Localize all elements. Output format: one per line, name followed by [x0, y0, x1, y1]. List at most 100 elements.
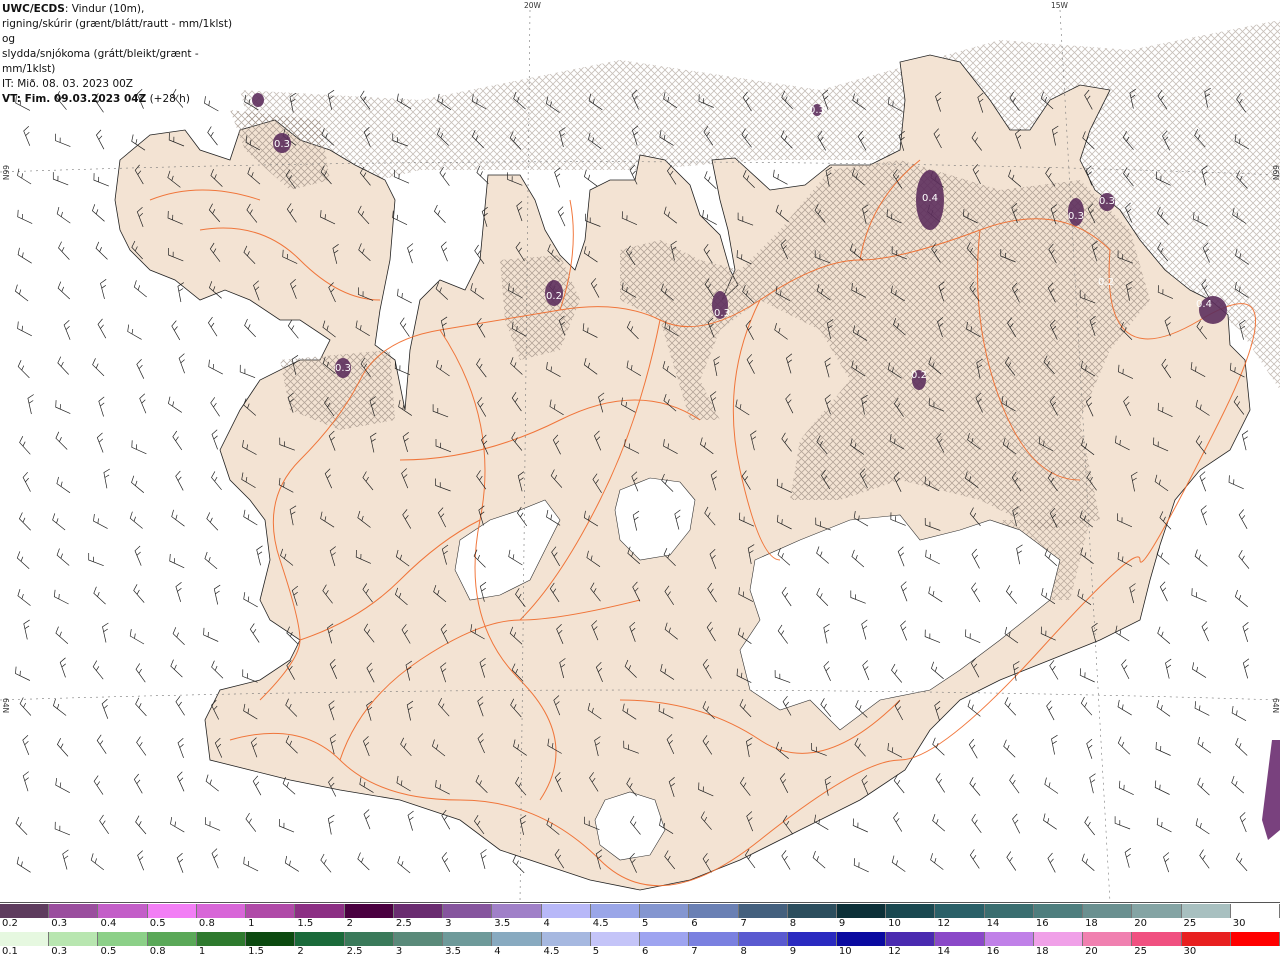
- snow-scale-label: 0.2: [2, 918, 18, 929]
- rain-scale-label: 2: [297, 946, 304, 957]
- rain-scale-cell: [393, 932, 444, 946]
- rain-scale-label: 2.5: [346, 946, 363, 957]
- rain-scale-label: 14: [937, 946, 951, 957]
- snow-scale-label: 30: [1232, 918, 1246, 929]
- rain-scale-label: 16: [986, 946, 1000, 957]
- snow-scale-label: 25: [1183, 918, 1197, 929]
- rain-scale-cell: [836, 932, 887, 946]
- snow-scale-cell: [1132, 904, 1182, 918]
- rain-scale-label: 10: [838, 946, 852, 957]
- weather-map: 0.3 0.3 0.2 0.3 0.3 0.2 0.4 0.3 0.3 0.2 …: [0, 0, 1280, 902]
- snow-scale-cell: [492, 904, 542, 918]
- rain-scale-label: 30: [1183, 946, 1197, 957]
- snow-scale-label: 6: [691, 918, 698, 929]
- lat-label-left-64n: 64N: [1, 698, 10, 714]
- rain-scale-cell: [246, 932, 296, 946]
- snow-scale-label: 2: [346, 918, 353, 929]
- snow-scale-label: 7: [740, 918, 747, 929]
- scale-frame: [0, 902, 1280, 903]
- rain-scale-label: 3: [395, 946, 403, 957]
- rain-scale-cell: [98, 932, 148, 946]
- snow-scale-cell: [196, 904, 247, 918]
- snow-scale-cell: [738, 904, 788, 918]
- rain-scale-cell: [344, 932, 394, 946]
- snow-scale-cell: [640, 904, 690, 918]
- snow-scale-cell: [147, 904, 197, 918]
- rain-scale-cell: [640, 932, 690, 946]
- lon-label-15w: 15W: [1051, 1, 1068, 10]
- rain-scale-label: 18: [1035, 946, 1049, 957]
- rain-scale-cell: [1132, 932, 1182, 946]
- snow-scale-label: 0.4: [100, 918, 117, 929]
- rain-scale-cell: [886, 932, 936, 946]
- rain-scale-cell: [935, 932, 985, 946]
- snow-scale-label: 9: [838, 918, 846, 929]
- precip-label: 0.2: [1098, 277, 1114, 288]
- rain-scale-cell: [196, 932, 247, 946]
- precip-label: 0.3: [1099, 196, 1115, 207]
- rain-scale-label: 3.5: [445, 946, 461, 957]
- precip-label: 0.3: [335, 363, 351, 374]
- map-info-box: UWC/ECDS: Vindur (10m), rigning/skúrir (…: [0, 0, 240, 105]
- snow-scale-cell: [344, 904, 394, 918]
- rain-scale-cell: [0, 932, 50, 946]
- rain-scale-cell: [738, 932, 788, 946]
- snow-scale-label: 5: [642, 918, 649, 929]
- initial-time: IT: Mið. 08. 03. 2023 00Z: [2, 78, 133, 90]
- snow-scale-cell: [836, 904, 887, 918]
- lon-label-20w: 20W: [524, 1, 541, 10]
- rain-scale-label: 0.1: [2, 946, 18, 957]
- rain-scale-label: 20: [1085, 946, 1098, 957]
- precip-label: 0.4: [922, 193, 938, 204]
- snow-scale-cell: [98, 904, 148, 918]
- rain-scale-cell: [1230, 932, 1280, 946]
- rain-scale-cell: [787, 932, 837, 946]
- rain-scale-cell: [689, 932, 739, 946]
- rain-scale-label: 8: [740, 946, 747, 957]
- snow-scale-cell: [295, 904, 345, 918]
- rain-scale-cell: [492, 932, 542, 946]
- lat-label-left-66n: 66N: [1, 165, 10, 181]
- snow-scale-label: 1: [248, 918, 255, 929]
- snow-scale-label: 0.5: [149, 918, 166, 929]
- rain-color-scale: [0, 932, 1280, 946]
- snow-scale-label: 12: [937, 918, 951, 929]
- snow-scale-label: 2.5: [395, 918, 412, 929]
- rain-scale-label: 4.5: [543, 946, 560, 957]
- snow-scale-cell: [393, 904, 444, 918]
- lat-label-right-66n: 66N: [1271, 165, 1280, 181]
- precip-label: 0.2: [911, 370, 927, 381]
- valid-time: VT: Fim. 09.03.2023 04Z (+28 h): [2, 93, 190, 105]
- snow-scale-cell: [1230, 904, 1280, 918]
- rain-scale-label: 1.5: [248, 946, 265, 957]
- snow-scale-label: 4.5: [592, 918, 609, 929]
- rain-scale-cell: [295, 932, 345, 946]
- rain-scale-cell: [541, 932, 591, 946]
- snow-scale-cell: [0, 904, 50, 918]
- snow-scale-cell: [689, 904, 739, 918]
- precip-label: 0.3: [1068, 211, 1084, 222]
- snow-scale-cell: [443, 904, 493, 918]
- rain-scale-label: 0.3: [51, 946, 68, 957]
- snow-scale-cell: [787, 904, 837, 918]
- rain-scale-cell: [1181, 932, 1231, 946]
- rain-scale-label: 12: [888, 946, 901, 957]
- snow-scale-label: 18: [1085, 918, 1098, 929]
- snow-scale-labels: 0.2 0.3 0.4 0.5 0.8 1 1.5 2 2.5 3 3.5 4 4.5 5 6 7 8 9 10 12…: [0, 918, 1280, 930]
- snow-scale-cell: [590, 904, 641, 918]
- snow-color-scale: [0, 904, 1280, 918]
- snow-scale-label: 8: [789, 918, 797, 929]
- rain-scale-cell: [1083, 932, 1133, 946]
- snow-scale-cell: [984, 904, 1034, 918]
- rain-scale-label: 1: [198, 946, 206, 957]
- snow-scale-label: 20: [1134, 918, 1148, 929]
- snow-legend-line: slydda/snjókoma (grátt/bleikt/grænt - mm…: [2, 48, 199, 75]
- precip-label: 0.3: [714, 308, 730, 319]
- snow-scale-label: 4: [543, 918, 550, 929]
- rain-scale-label: 25: [1134, 946, 1148, 957]
- snow-scale-cell: [49, 904, 99, 918]
- precip-label: 0.2: [546, 291, 562, 302]
- rain-scale-label: 0.8: [149, 946, 166, 957]
- snow-scale-cell: [935, 904, 985, 918]
- snow-scale-cell: [246, 904, 296, 918]
